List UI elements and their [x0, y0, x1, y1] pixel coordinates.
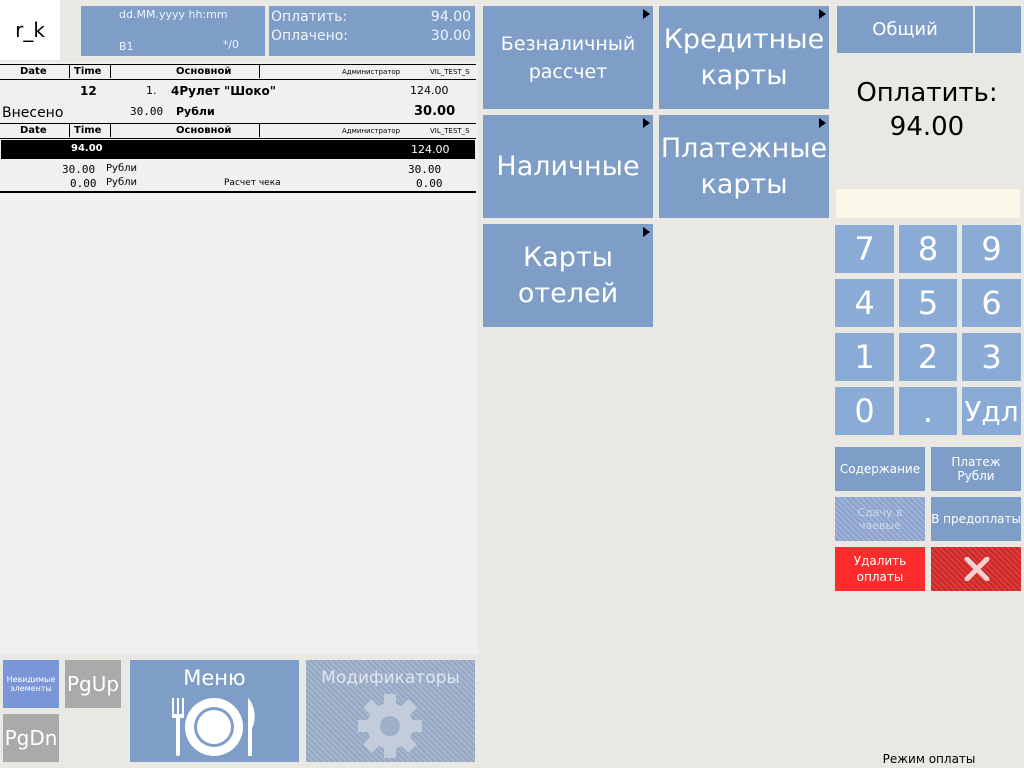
prepay-button[interactable]: В предоплаты [931, 497, 1021, 541]
delete-payments-button[interactable]: Удалить оплаты [835, 547, 925, 591]
tab-empty[interactable] [975, 6, 1021, 53]
selected-check-row[interactable]: 94.00 124.00 [1, 140, 475, 159]
tab-general[interactable]: Общий [837, 6, 973, 53]
key-2[interactable]: 2 [899, 333, 957, 381]
deposited-currency: Рубли [176, 105, 215, 118]
payment-cards-button[interactable]: Платежные карты [659, 115, 829, 218]
pgdn-button[interactable]: PgDn [3, 714, 59, 762]
payment-currency: Рубли [106, 177, 138, 188]
deposited-amount: 30.00 [130, 105, 164, 118]
selected-total: 124.00 [411, 143, 450, 156]
tips-button[interactable]: Сдачу в чаевые [835, 497, 925, 541]
right-to-pay-value: 94.00 [889, 112, 965, 142]
right-to-pay: Оплатить: 94.00 [837, 76, 1017, 144]
payment-value: 30.00 [408, 163, 442, 176]
item-qty: 12 [80, 84, 97, 98]
item-name[interactable]: 4Рулет "Шоко" [171, 84, 276, 98]
right-to-pay-label: Оплатить: [856, 78, 998, 108]
paid-label: Оплачено: [271, 28, 349, 44]
cashless-payment-button[interactable]: Безналичный рассчет [483, 6, 653, 109]
col-station: VIL_TEST_S [430, 127, 470, 135]
triangle-right-icon [643, 227, 650, 237]
content-button[interactable]: Содержание [835, 447, 925, 491]
guests-count: */0 [222, 38, 239, 51]
paid-value: 30.00 [430, 28, 471, 44]
col-admin: Администратор [342, 68, 401, 76]
sum-box: Оплатить: 94.00 Оплачено: 30.00 [269, 6, 475, 56]
payment-amount: 0.00 [70, 177, 97, 190]
key-dot[interactable]: . [899, 387, 957, 435]
key-5[interactable]: 5 [899, 279, 957, 327]
to-pay-label: Оплатить: [271, 9, 348, 25]
col-date: Date [20, 66, 47, 77]
menu-button[interactable]: Меню [130, 660, 299, 762]
payment-amount: 30.00 [62, 163, 96, 176]
key-delete[interactable]: Удл [962, 387, 1021, 435]
pgup-button[interactable]: PgUp [65, 660, 121, 708]
triangle-right-icon [819, 9, 826, 19]
gear-icon [358, 694, 422, 758]
payment-value: 0.00 [416, 177, 443, 190]
key-4[interactable]: 4 [835, 279, 894, 327]
deposited-label: Внесено [2, 105, 64, 121]
key-3[interactable]: 3 [962, 333, 1021, 381]
col-admin: Администратор [342, 127, 401, 135]
triangle-right-icon [643, 118, 650, 128]
selected-amount: 94.00 [71, 143, 103, 154]
key-8[interactable]: 8 [899, 225, 957, 273]
order-panel: Date Time Основной Администратор VIL_TES… [0, 62, 478, 654]
check-header: Date Time Основной Администратор VIL_TES… [0, 123, 476, 139]
plate-cutlery-icon [172, 698, 255, 756]
app-logo: r_k [0, 0, 60, 60]
key-9[interactable]: 9 [962, 225, 1021, 273]
col-main: Основной [176, 125, 232, 136]
col-main: Основной [176, 66, 232, 77]
table-number: B1 [119, 40, 134, 53]
mode-status: Режим оплаты [882, 752, 976, 766]
order-header: Date Time Основной Администратор VIL_TES… [0, 64, 476, 80]
key-1[interactable]: 1 [835, 333, 894, 381]
key-7[interactable]: 7 [835, 225, 894, 273]
pay-rub-button[interactable]: Платеж Рубли [931, 447, 1021, 491]
datetime-box: dd.MM.yyyy hh:mm B1 */0 [81, 6, 265, 56]
key-0[interactable]: 0 [835, 387, 894, 435]
modifiers-label: Модификаторы [321, 668, 460, 688]
item-price: 124.00 [410, 84, 449, 97]
cashless-label: Безналичный рассчет [500, 32, 636, 83]
key-6[interactable]: 6 [962, 279, 1021, 327]
triangle-right-icon [643, 9, 650, 19]
payment-cards-label: Платежные карты [660, 132, 828, 200]
col-time: Time [74, 125, 102, 136]
col-station: VIL_TEST_S [430, 68, 470, 76]
cash-button[interactable]: Наличные [483, 115, 653, 218]
amount-input[interactable] [836, 189, 1020, 218]
modifiers-button[interactable]: Модификаторы [306, 660, 475, 762]
col-date: Date [20, 125, 47, 136]
menu-label: Меню [183, 666, 246, 690]
payment-note: Расчет чека [224, 178, 281, 188]
cancel-button[interactable] [931, 547, 1021, 591]
credit-cards-label: Кредитные карты [663, 23, 825, 91]
hotel-cards-label: Карты отелей [517, 241, 619, 309]
deposited-total: 30.00 [414, 104, 456, 119]
invisible-elements-button[interactable]: Невидимые элементы [3, 660, 59, 708]
triangle-right-icon [819, 118, 826, 128]
close-icon [964, 557, 990, 581]
to-pay-value: 94.00 [430, 9, 471, 25]
item-line: 1. [146, 84, 157, 97]
payment-currency: Рубли [106, 163, 138, 174]
credit-cards-button[interactable]: Кредитные карты [659, 6, 829, 109]
col-time: Time [74, 66, 102, 77]
hotel-cards-button[interactable]: Карты отелей [483, 224, 653, 327]
date-format: dd.MM.yyyy hh:mm [119, 8, 228, 21]
cash-label: Наличные [496, 151, 640, 182]
check-divider [0, 191, 476, 193]
